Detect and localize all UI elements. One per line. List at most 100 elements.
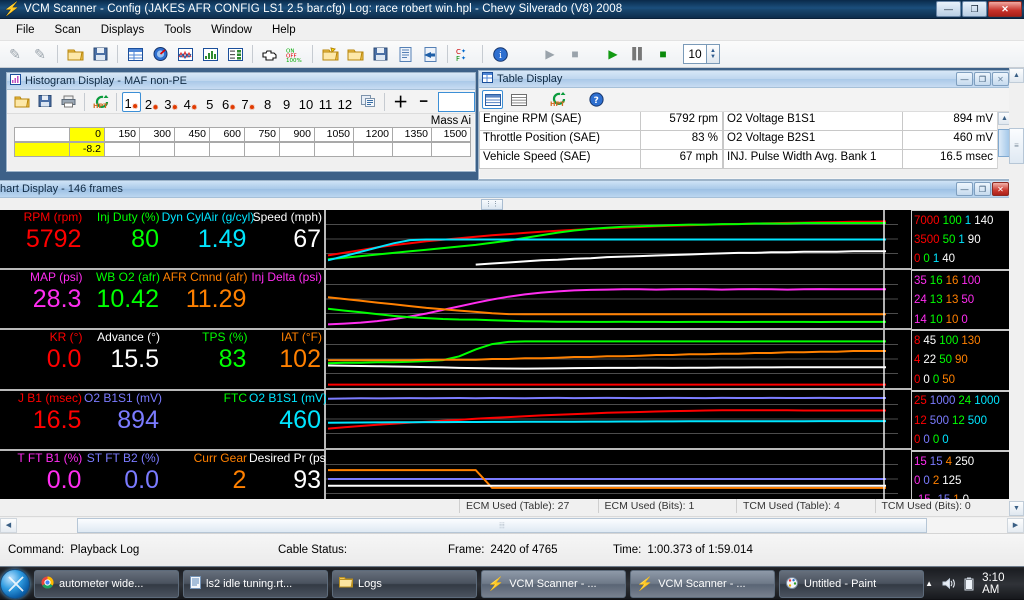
- menu-file[interactable]: File: [6, 21, 45, 39]
- export-icon[interactable]: [419, 44, 441, 65]
- chart-close-button[interactable]: ✕: [992, 182, 1009, 196]
- histogram-display-icon[interactable]: [199, 44, 221, 65]
- plot-band-1[interactable]: [326, 210, 911, 270]
- add-row-button[interactable]: ＋: [390, 91, 411, 112]
- menu-scan[interactable]: Scan: [45, 21, 91, 39]
- spin-down-icon[interactable]: ▼: [710, 54, 716, 60]
- playback-speed-input[interactable]: 10: [683, 44, 707, 64]
- on-off-100-icon[interactable]: ON OFF 100%: [284, 44, 306, 65]
- taskbar-item-paint[interactable]: Untitled - Paint: [779, 569, 924, 598]
- data-cell[interactable]: [209, 142, 245, 157]
- data-cell[interactable]: [431, 142, 471, 157]
- step-button[interactable]: ▶: [539, 44, 561, 65]
- mdi-hscroll-thumb[interactable]: ⦙⦙⦙: [77, 517, 927, 533]
- data-cell[interactable]: [279, 142, 315, 157]
- histogram-tab-6[interactable]: 6 ✹: [220, 92, 237, 112]
- histogram-tab-3[interactable]: 3 ✹: [163, 92, 180, 112]
- open-icon[interactable]: [11, 91, 32, 112]
- show-hidden-icons-icon[interactable]: ▲: [924, 577, 934, 591]
- remove-row-button[interactable]: −: [413, 91, 434, 112]
- plot-band-3[interactable]: [326, 330, 911, 390]
- save-icon[interactable]: [89, 44, 111, 65]
- taskbar-item-chrome[interactable]: autometer wide...: [34, 569, 179, 598]
- histogram-tab-10[interactable]: 10: [297, 92, 315, 112]
- taskbar-item-logs[interactable]: Logs: [332, 569, 477, 598]
- histogram-tab-4[interactable]: 4 ✹: [182, 92, 199, 112]
- histogram-titlebar[interactable]: Histogram Display - MAF non-PE: [7, 73, 475, 90]
- taskbar-item-text-doc[interactable]: ls2 idle tuning.rt...: [183, 569, 328, 598]
- table-close-button[interactable]: ✕: [992, 72, 1009, 86]
- list-view-icon[interactable]: [508, 90, 529, 109]
- stop-button[interactable]: ■: [564, 44, 586, 65]
- menu-help[interactable]: Help: [262, 21, 306, 39]
- pause-button[interactable]: ▌▌: [627, 44, 649, 65]
- taskbar-item-vcm-scanner-2[interactable]: ⚡ VCM Scanner - ...: [630, 569, 775, 598]
- dtc-engine-icon[interactable]: [259, 44, 281, 65]
- histogram-tab-2[interactable]: 2 ✹: [143, 92, 160, 112]
- mdi-hscroll-track[interactable]: ⦙⦙⦙: [17, 517, 1007, 533]
- taskbar-clock[interactable]: 3:10 AM: [982, 572, 1016, 596]
- open-layout-icon[interactable]: [344, 44, 366, 65]
- close-button[interactable]: ✕: [988, 1, 1022, 17]
- menu-displays[interactable]: Displays: [91, 21, 154, 39]
- mdi-horizontal-scrollbar[interactable]: ◀ ⦙⦙⦙ ▶: [0, 516, 1024, 533]
- data-cell[interactable]: -8.2: [69, 142, 105, 157]
- hpt-reset-icon[interactable]: HPT: [90, 91, 111, 112]
- record-stop-button[interactable]: ■: [652, 44, 674, 65]
- save-layout-icon[interactable]: [369, 44, 391, 65]
- menu-window[interactable]: Window: [201, 21, 262, 39]
- save-icon[interactable]: [34, 91, 55, 112]
- data-cell[interactable]: [174, 142, 210, 157]
- open-folder-icon[interactable]: [64, 44, 86, 65]
- table-row[interactable]: Throttle Position (SAE) 83 % O2 Voltage …: [479, 131, 1011, 150]
- table-restore-button[interactable]: ❐: [974, 72, 991, 86]
- data-cell[interactable]: [104, 142, 140, 157]
- data-cell[interactable]: [392, 142, 432, 157]
- mdi-vscroll-thumb[interactable]: ≡: [1009, 128, 1024, 164]
- histogram-tab-11[interactable]: 11: [317, 92, 334, 112]
- histogram-tab-8[interactable]: 8: [259, 92, 276, 112]
- hpt-reset-icon[interactable]: HPT: [547, 90, 568, 109]
- table-row[interactable]: Vehicle Speed (SAE) 67 mph INJ. Pulse Wi…: [479, 150, 1011, 169]
- new-scan-icon[interactable]: ✎: [4, 44, 26, 65]
- menu-tools[interactable]: Tools: [154, 21, 201, 39]
- playback-speed-stepper[interactable]: ▲ ▼: [707, 44, 720, 64]
- plot-band-2[interactable]: [326, 270, 911, 330]
- scroll-right-arrow-icon[interactable]: ▶: [1007, 517, 1024, 533]
- chart-titlebar[interactable]: hart Display - 146 frames — ❐ ✕: [0, 181, 1011, 198]
- plot-band-4[interactable]: [326, 390, 911, 450]
- play-button[interactable]: ▶: [602, 44, 624, 65]
- chart-display-icon[interactable]: [174, 44, 196, 65]
- row-header-cell[interactable]: [14, 142, 70, 157]
- data-cell[interactable]: [353, 142, 393, 157]
- histogram-value-input[interactable]: [438, 91, 475, 112]
- chart-splitter-bar[interactable]: ⋮⋮: [0, 198, 1011, 210]
- histogram-tab-5[interactable]: 5: [201, 92, 218, 112]
- chart-splitter-handle[interactable]: ⋮⋮: [481, 199, 503, 210]
- report-icon[interactable]: [394, 44, 416, 65]
- table-view-icon[interactable]: [482, 90, 503, 109]
- data-cell[interactable]: [314, 142, 354, 157]
- volume-icon[interactable]: [942, 577, 956, 591]
- open-log-icon[interactable]: [319, 44, 341, 65]
- print-icon[interactable]: [57, 91, 78, 112]
- table-display-icon[interactable]: [124, 44, 146, 65]
- histogram-tab-12[interactable]: 12: [336, 92, 354, 112]
- scroll-left-arrow-icon[interactable]: ◀: [0, 517, 17, 533]
- edit-scan-icon[interactable]: ✎: [29, 44, 51, 65]
- info-icon[interactable]: i: [489, 44, 511, 65]
- data-cell[interactable]: [244, 142, 280, 157]
- units-cf-icon[interactable]: C ✦ F ✦: [454, 44, 476, 65]
- mdi-vertical-scrollbar[interactable]: ▲ ≡ ▼: [1009, 68, 1024, 516]
- scroll-down-arrow-icon[interactable]: ▼: [1009, 501, 1024, 516]
- windows-start-orb-icon[interactable]: [0, 568, 30, 599]
- copy-icon[interactable]: [358, 91, 379, 112]
- scroll-up-arrow-icon[interactable]: ▲: [1009, 68, 1024, 83]
- histogram-tab-7[interactable]: 7 ✹: [240, 92, 257, 112]
- chart-minimize-button[interactable]: —: [956, 182, 973, 196]
- table-titlebar[interactable]: Table Display — ❐ ✕: [479, 71, 1011, 88]
- chart-plot-area[interactable]: [326, 210, 911, 511]
- chart-restore-button[interactable]: ❐: [974, 182, 991, 196]
- help-icon[interactable]: ?: [586, 90, 607, 109]
- list-display-icon[interactable]: [224, 44, 246, 65]
